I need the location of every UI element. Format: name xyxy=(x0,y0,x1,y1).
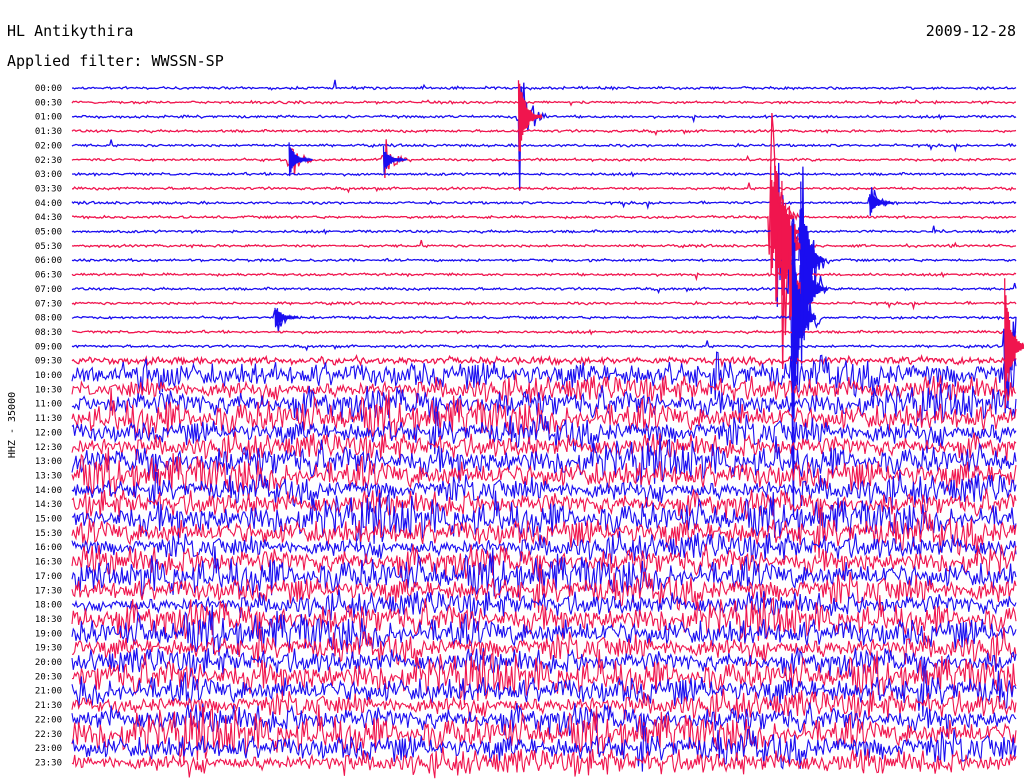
time-tick-label: 15:30 xyxy=(35,529,62,539)
time-tick-label: 12:30 xyxy=(35,443,62,453)
trace-line xyxy=(71,139,1017,153)
seismic-event xyxy=(274,307,299,328)
time-tick-label: 18:30 xyxy=(35,615,62,625)
time-tick-label: 19:00 xyxy=(35,629,62,639)
time-tick-label: 04:00 xyxy=(35,199,62,209)
time-tick-label: 07:30 xyxy=(35,299,62,309)
time-tick-label: 20:00 xyxy=(35,658,62,668)
trace-line xyxy=(71,300,1017,311)
time-tick-label: 03:00 xyxy=(35,170,62,180)
time-tick-label: 19:30 xyxy=(35,644,62,654)
time-tick-label: 04:30 xyxy=(35,213,62,223)
seismic-event xyxy=(288,142,313,177)
time-tick-label: 14:00 xyxy=(35,486,62,496)
time-tick-label: 18:00 xyxy=(35,601,62,611)
time-tick-label: 05:30 xyxy=(35,242,62,252)
time-tick-label: 16:30 xyxy=(35,558,62,568)
time-tick-label: 10:00 xyxy=(35,371,62,381)
trace-line xyxy=(71,162,1017,307)
time-tick-label: 09:30 xyxy=(35,357,62,367)
time-tick-label: 09:00 xyxy=(35,342,62,352)
time-tick-label: 11:00 xyxy=(35,400,62,410)
time-tick-label: 17:30 xyxy=(35,586,62,596)
time-tick-label: 07:00 xyxy=(35,285,62,295)
time-tick-label: 02:00 xyxy=(35,141,62,151)
time-tick-label: 20:30 xyxy=(35,672,62,682)
trace-line xyxy=(71,128,1017,137)
time-tick-label: 12:00 xyxy=(35,428,62,438)
time-tick-label: 22:00 xyxy=(35,715,62,725)
time-tick-label: 11:30 xyxy=(35,414,62,424)
time-tick-label: 10:30 xyxy=(35,385,62,395)
time-tick-label: 21:30 xyxy=(35,701,62,711)
trace-line xyxy=(71,99,1016,107)
time-tick-label: 00:30 xyxy=(35,98,62,108)
time-tick-label: 05:00 xyxy=(35,228,62,238)
trace-line xyxy=(71,79,1017,91)
time-tick-label: 02:30 xyxy=(35,156,62,166)
time-tick-label: 16:00 xyxy=(35,543,62,553)
channel-label: HHZ - 35000 xyxy=(7,392,18,458)
time-tick-label: 15:00 xyxy=(35,515,62,525)
time-tick-label: 17:00 xyxy=(35,572,62,582)
trace-line xyxy=(71,353,1017,368)
time-tick-label: 13:00 xyxy=(35,457,62,467)
time-tick-label: 23:00 xyxy=(35,744,62,754)
time-tick-label: 08:30 xyxy=(35,328,62,338)
time-tick-label: 01:30 xyxy=(35,127,62,137)
time-tick-label: 03:30 xyxy=(35,184,62,194)
time-tick-label: 14:30 xyxy=(35,500,62,510)
time-tick-label: 13:30 xyxy=(35,471,62,481)
time-tick-label: 22:30 xyxy=(35,730,62,740)
trace-group xyxy=(71,79,1024,779)
time-tick-label: 23:30 xyxy=(35,758,62,768)
time-tick-label: 00:00 xyxy=(35,84,62,94)
seismic-event xyxy=(869,194,894,216)
trace-line xyxy=(71,271,1017,282)
helicorder-plot: 00:00 00:30 01:00 01:30 02:00 02:30 03:00 03:30… xyxy=(7,79,1024,779)
trace-line xyxy=(71,328,1017,336)
time-tick-label: 06:30 xyxy=(35,271,62,281)
time-tick-label: 06:00 xyxy=(35,256,62,266)
time-tick-label: 08:00 xyxy=(35,314,62,324)
trace-line xyxy=(71,171,1017,178)
trace-line xyxy=(72,649,1017,706)
trace-line xyxy=(71,747,1017,779)
time-tick-label: 01:00 xyxy=(35,113,62,123)
time-axis: 00:00 00:30 01:00 01:30 02:00 02:30 03:00 03:30… xyxy=(35,84,62,768)
trace-line xyxy=(71,688,1017,723)
time-tick-label: 21:00 xyxy=(35,687,62,697)
